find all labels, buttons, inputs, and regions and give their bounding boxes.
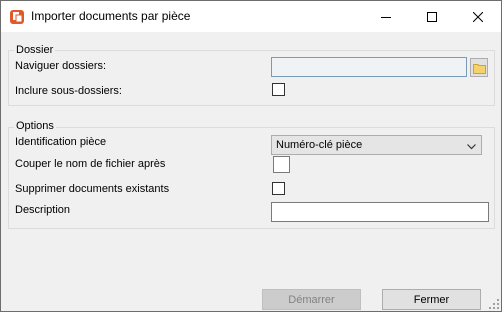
import-documents-dialog: Importer documents par pièce Dossier Nav… — [0, 0, 502, 312]
minimize-button[interactable] — [363, 1, 409, 32]
cut-filename-input[interactable] — [273, 156, 290, 173]
resize-grip-icon[interactable] — [489, 299, 500, 310]
description-label: Description — [15, 204, 71, 216]
maximize-button[interactable] — [409, 1, 455, 32]
close-window-button[interactable] — [455, 1, 501, 32]
part-identification-value: Numéro-clé pièce — [276, 139, 363, 151]
app-icon — [9, 9, 25, 25]
chevron-down-icon — [467, 141, 476, 153]
include-subfolders-checkbox[interactable] — [272, 83, 285, 96]
start-button[interactable]: Démarrer — [262, 289, 361, 310]
delete-existing-checkbox[interactable] — [272, 182, 285, 195]
window-title: Importer documents par pièce — [31, 9, 191, 23]
part-identification-select[interactable]: Numéro-clé pièce — [271, 135, 482, 155]
browse-folders-label: Naviguer dossiers: — [15, 60, 107, 72]
browse-folder-button[interactable] — [470, 58, 488, 77]
cut-filename-label: Couper le nom de fichier après — [15, 158, 166, 170]
delete-existing-label: Supprimer documents existants — [15, 183, 170, 195]
minimize-icon — [381, 16, 391, 18]
folder-icon — [472, 63, 486, 74]
options-group-title: Options — [14, 120, 56, 132]
part-identification-label: Identification pièce — [15, 136, 107, 148]
close-button[interactable]: Fermer — [382, 289, 481, 310]
include-subfolders-label: Inclure sous-dossiers: — [15, 85, 122, 97]
close-icon — [473, 11, 483, 22]
dossier-group-title: Dossier — [14, 44, 56, 56]
description-input[interactable] — [271, 202, 489, 222]
folder-path-input[interactable] — [271, 57, 467, 77]
maximize-icon — [427, 11, 437, 22]
title-bar: Importer documents par pièce — [1, 1, 501, 32]
